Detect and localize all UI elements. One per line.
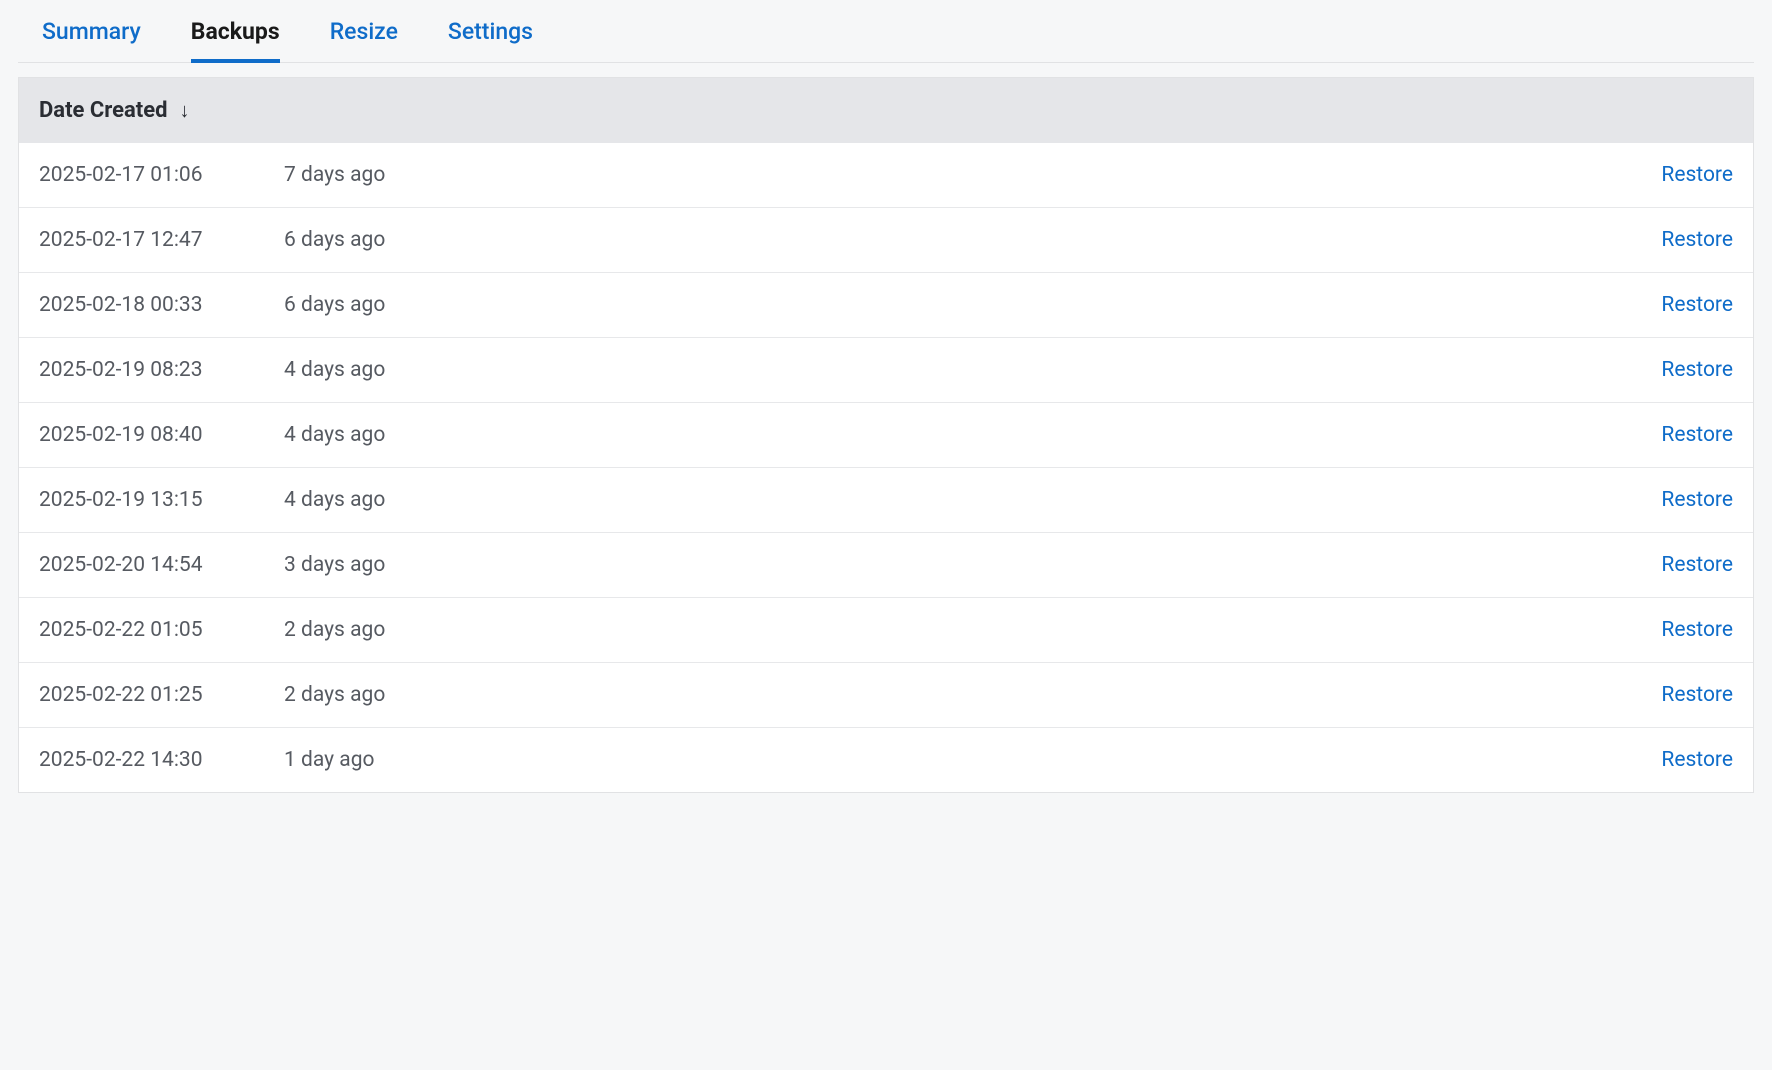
tab-settings[interactable]: Settings	[448, 18, 533, 63]
backup-date: 2025-02-19 08:23	[39, 358, 284, 382]
restore-link[interactable]: Restore	[1661, 553, 1733, 577]
backup-date: 2025-02-20 14:54	[39, 553, 284, 577]
restore-link[interactable]: Restore	[1661, 163, 1733, 187]
arrow-down-icon: ↓	[179, 98, 189, 123]
backup-relative-time: 2 days ago	[284, 618, 1661, 642]
backup-relative-time: 7 days ago	[284, 163, 1661, 187]
table-row: 2025-02-22 01:252 days agoRestore	[19, 662, 1753, 727]
table-row: 2025-02-19 08:234 days agoRestore	[19, 337, 1753, 402]
table-row: 2025-02-17 12:476 days agoRestore	[19, 207, 1753, 272]
table-row: 2025-02-18 00:336 days agoRestore	[19, 272, 1753, 337]
backup-date: 2025-02-22 14:30	[39, 748, 284, 772]
backup-relative-time: 1 day ago	[284, 748, 1661, 772]
table-row: 2025-02-17 01:067 days agoRestore	[19, 143, 1753, 207]
table-body: 2025-02-17 01:067 days agoRestore2025-02…	[19, 143, 1753, 792]
backup-date: 2025-02-17 01:06	[39, 163, 284, 187]
table-row: 2025-02-19 13:154 days agoRestore	[19, 467, 1753, 532]
restore-link[interactable]: Restore	[1661, 228, 1733, 252]
tab-bar: Summary Backups Resize Settings	[18, 0, 1754, 63]
restore-link[interactable]: Restore	[1661, 618, 1733, 642]
tab-backups[interactable]: Backups	[191, 18, 280, 63]
backup-relative-time: 2 days ago	[284, 683, 1661, 707]
backup-date: 2025-02-22 01:25	[39, 683, 284, 707]
backup-date: 2025-02-19 13:15	[39, 488, 284, 512]
backups-table: Date Created ↓ 2025-02-17 01:067 days ag…	[18, 77, 1754, 793]
backup-relative-time: 4 days ago	[284, 423, 1661, 447]
table-header-label: Date Created	[39, 98, 167, 123]
backup-relative-time: 6 days ago	[284, 293, 1661, 317]
tab-resize[interactable]: Resize	[330, 18, 398, 63]
backup-date: 2025-02-19 08:40	[39, 423, 284, 447]
table-row: 2025-02-22 01:052 days agoRestore	[19, 597, 1753, 662]
restore-link[interactable]: Restore	[1661, 748, 1733, 772]
backup-relative-time: 4 days ago	[284, 488, 1661, 512]
tab-summary[interactable]: Summary	[42, 18, 141, 63]
backup-relative-time: 3 days ago	[284, 553, 1661, 577]
restore-link[interactable]: Restore	[1661, 293, 1733, 317]
restore-link[interactable]: Restore	[1661, 488, 1733, 512]
table-row: 2025-02-19 08:404 days agoRestore	[19, 402, 1753, 467]
restore-link[interactable]: Restore	[1661, 423, 1733, 447]
restore-link[interactable]: Restore	[1661, 683, 1733, 707]
backup-date: 2025-02-17 12:47	[39, 228, 284, 252]
backup-relative-time: 4 days ago	[284, 358, 1661, 382]
table-header-date-created[interactable]: Date Created ↓	[19, 78, 1753, 143]
backup-relative-time: 6 days ago	[284, 228, 1661, 252]
backup-date: 2025-02-18 00:33	[39, 293, 284, 317]
table-row: 2025-02-22 14:301 day agoRestore	[19, 727, 1753, 792]
table-row: 2025-02-20 14:543 days agoRestore	[19, 532, 1753, 597]
restore-link[interactable]: Restore	[1661, 358, 1733, 382]
backup-date: 2025-02-22 01:05	[39, 618, 284, 642]
